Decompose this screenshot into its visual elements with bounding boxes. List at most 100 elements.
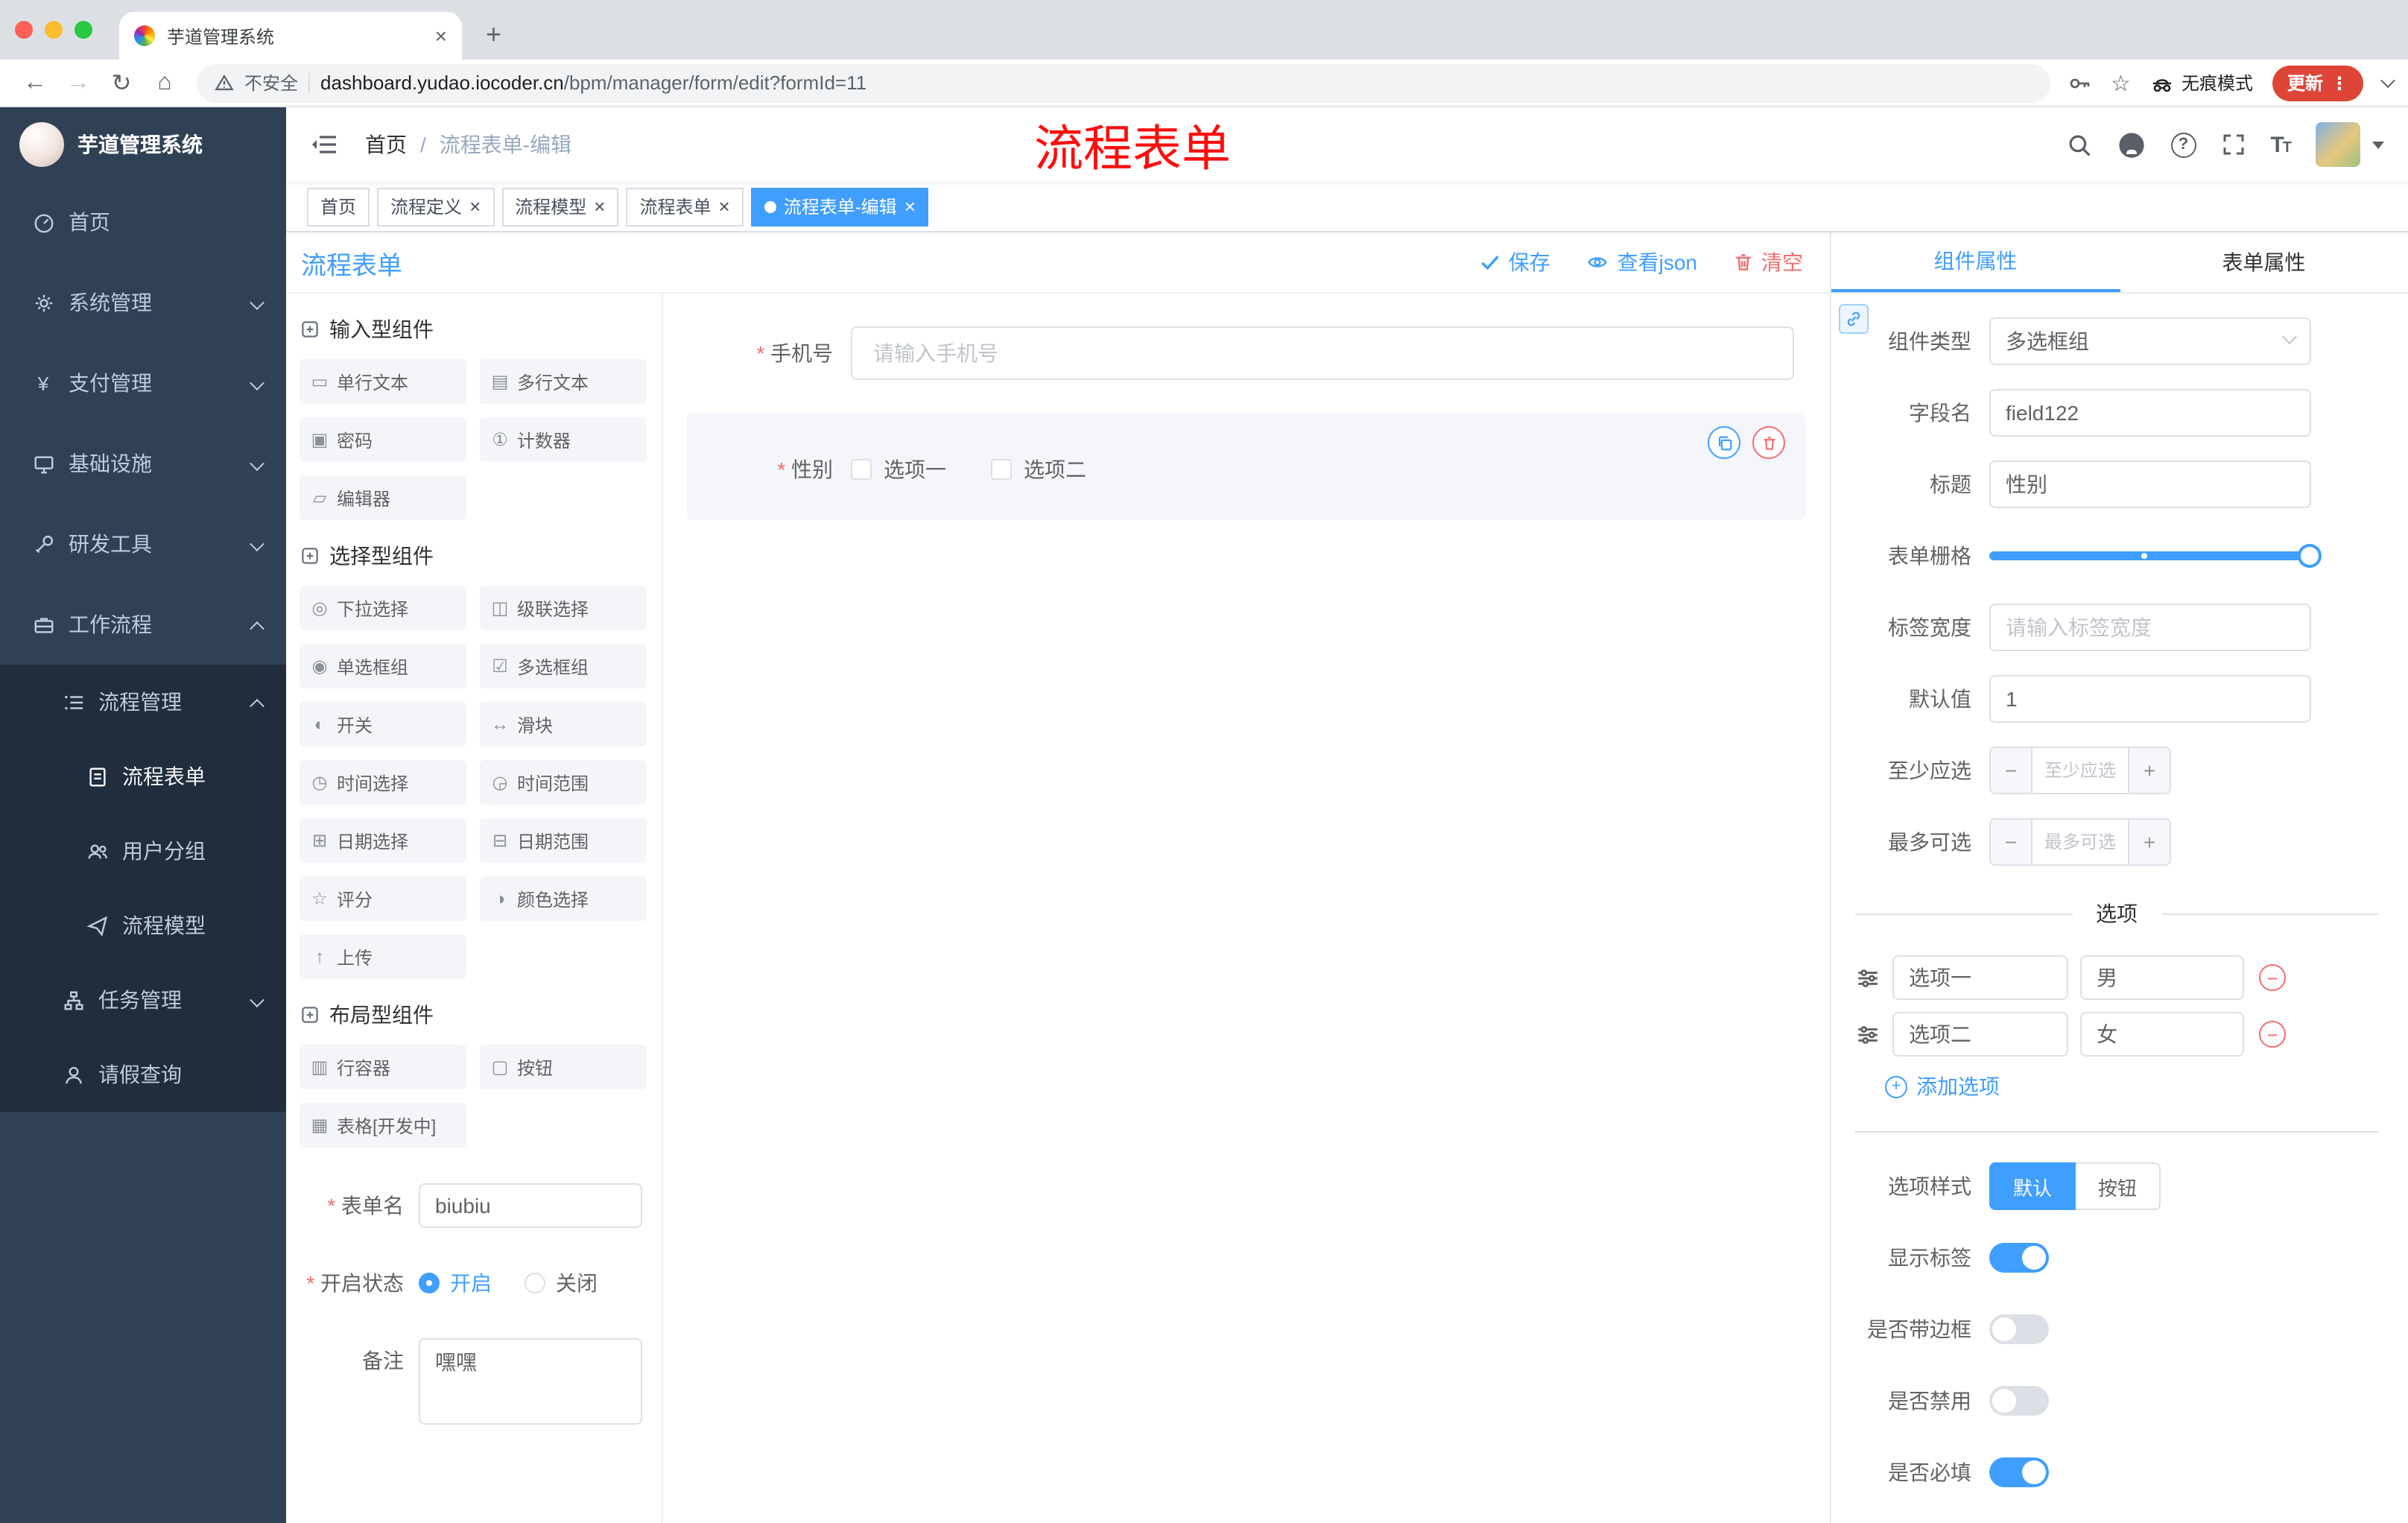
increase-icon[interactable]: + <box>2128 748 2170 793</box>
tag-process-form[interactable]: 流程表单 × <box>626 187 744 226</box>
sidebar-item-home[interactable]: 首页 <box>0 182 286 262</box>
min-select-input[interactable] <box>2032 748 2128 793</box>
drag-handle-icon[interactable] <box>1855 1022 1881 1047</box>
sidebar-item-process-management[interactable]: 流程管理 <box>0 665 286 739</box>
tag-process-form-edit[interactable]: 流程表单-编辑 × <box>750 187 929 226</box>
palette-item-counter[interactable]: ① 计数器 <box>480 417 647 462</box>
option-label-input[interactable] <box>1892 955 2068 1000</box>
palette-item-table[interactable]: ▦ 表格[开发中] <box>300 1103 466 1147</box>
slider-track[interactable] <box>1989 544 2322 568</box>
breadcrumb-home[interactable]: 首页 <box>365 130 407 159</box>
gender-option1-checkbox[interactable]: 选项一 <box>851 455 946 484</box>
widget-phone[interactable]: 手机号 <box>687 311 1806 395</box>
close-icon[interactable]: × <box>719 197 730 216</box>
search-icon[interactable] <box>2066 132 2091 157</box>
new-tab-button[interactable]: + <box>486 21 501 48</box>
reload-icon[interactable]: ↻ <box>101 63 142 102</box>
copy-widget-button[interactable] <box>1708 426 1740 459</box>
tag-process-model[interactable]: 流程模型 × <box>501 187 619 226</box>
option-value-input[interactable] <box>2080 1012 2244 1057</box>
palette-item-color-picker[interactable]: ◑ 颜色选择 <box>480 876 647 921</box>
palette-item-password[interactable]: ▣ 密码 <box>300 417 466 462</box>
palette-item-upload[interactable]: ↑ 上传 <box>300 934 466 979</box>
link-icon[interactable] <box>1839 304 1869 334</box>
sidebar-toggle-icon[interactable] <box>310 133 338 156</box>
palette-item-date-picker[interactable]: ⊞ 日期选择 <box>300 818 466 863</box>
show-label-switch[interactable] <box>1989 1243 2049 1273</box>
browser-tab[interactable]: 芋道管理系统 × <box>119 12 462 60</box>
default-value-input[interactable] <box>1989 675 2311 723</box>
github-icon[interactable] <box>2117 130 2145 159</box>
palette-item-date-range[interactable]: ⊟ 日期范围 <box>480 818 647 863</box>
fullscreen-icon[interactable] <box>2221 133 2245 156</box>
title-input[interactable] <box>1989 460 2311 508</box>
font-size-icon[interactable]: TT <box>2270 132 2292 157</box>
browser-update-button[interactable]: 更新 ⋮ <box>2272 65 2363 101</box>
remove-option-icon[interactable]: − <box>2259 1021 2286 1048</box>
gender-option2-checkbox[interactable]: 选项二 <box>991 455 1086 484</box>
phone-input[interactable] <box>851 326 1794 380</box>
sidebar-item-leave-query[interactable]: 请假查询 <box>0 1037 286 1112</box>
close-icon[interactable]: × <box>904 197 916 216</box>
sidebar-item-infrastructure[interactable]: 基础设施 <box>0 423 286 504</box>
close-icon[interactable]: × <box>469 197 481 216</box>
border-switch[interactable] <box>1989 1314 2049 1344</box>
palette-item-slider[interactable]: ↔ 滑块 <box>480 702 647 747</box>
slider-handle[interactable] <box>2298 544 2322 568</box>
required-switch[interactable] <box>1989 1457 2049 1487</box>
tag-home[interactable]: 首页 <box>307 187 370 226</box>
sidebar-item-devtools[interactable]: 研发工具 <box>0 504 286 584</box>
palette-item-cascader[interactable]: ◫ 级联选择 <box>480 586 647 630</box>
forward-icon[interactable]: → <box>58 63 98 102</box>
form-grid-slider[interactable] <box>1989 532 2322 580</box>
palette-item-row-container[interactable]: ▥ 行容器 <box>300 1045 466 1089</box>
component-type-select[interactable]: 多选框组 <box>1989 317 2311 365</box>
palette-item-switch[interactable]: ◐ 开关 <box>300 702 466 747</box>
home-icon[interactable]: ⌂ <box>145 63 185 102</box>
remove-option-icon[interactable]: − <box>2259 964 2286 991</box>
close-icon[interactable]: × <box>594 197 605 216</box>
palette-item-select[interactable]: ◎ 下拉选择 <box>300 586 466 630</box>
option-value-input[interactable] <box>2080 955 2244 1000</box>
save-button[interactable]: 保存 <box>1480 247 1550 277</box>
label-width-input[interactable] <box>1989 604 2311 651</box>
tag-process-definition[interactable]: 流程定义 × <box>377 187 495 226</box>
zoom-window-button[interactable] <box>75 21 92 39</box>
sidebar-item-user-group[interactable]: 用户分组 <box>0 814 286 888</box>
status-on-radio[interactable]: 开启 <box>419 1268 492 1298</box>
style-default-button[interactable]: 默认 <box>1989 1162 2076 1210</box>
palette-item-time-picker[interactable]: ◷ 时间选择 <box>300 760 466 805</box>
status-off-radio[interactable]: 关闭 <box>525 1268 598 1298</box>
key-icon[interactable] <box>2068 71 2091 95</box>
palette-item-time-range[interactable]: ◶ 时间范围 <box>480 760 647 805</box>
option-label-input[interactable] <box>1892 1012 2068 1057</box>
decrease-icon[interactable]: − <box>1991 748 2032 793</box>
back-icon[interactable]: ← <box>15 63 55 102</box>
delete-widget-button[interactable] <box>1752 426 1785 459</box>
field-name-input[interactable] <box>1989 389 2311 437</box>
help-icon[interactable]: ? <box>2170 132 2196 157</box>
disabled-switch[interactable] <box>1989 1386 2049 1416</box>
view-json-button[interactable]: 查看json <box>1586 247 1697 277</box>
sidebar-item-workflow[interactable]: 工作流程 <box>0 584 286 665</box>
user-avatar[interactable] <box>2316 122 2360 167</box>
widget-gender-selected[interactable]: 性别 选项一 选项二 <box>687 413 1806 520</box>
sidebar-item-task-management[interactable]: 任务管理 <box>0 963 286 1037</box>
sidebar-item-system[interactable]: 系统管理 <box>0 262 286 343</box>
clear-button[interactable]: 清空 <box>1733 247 1803 277</box>
close-tab-icon[interactable]: × <box>435 25 447 46</box>
palette-item-multi-line-text[interactable]: ▤ 多行文本 <box>480 359 647 404</box>
tab-form-props[interactable]: 表单属性 <box>2120 232 2408 292</box>
form-name-input[interactable] <box>419 1183 642 1228</box>
palette-item-radio-group[interactable]: ◉ 单选框组 <box>300 644 466 688</box>
palette-item-rate[interactable]: ☆ 评分 <box>300 876 466 921</box>
sidebar-item-payment[interactable]: ¥ 支付管理 <box>0 343 286 423</box>
browser-menu-chevron-icon[interactable] <box>2380 73 2395 89</box>
address-bar[interactable]: 不安全 dashboard.yudao.iocoder.cn/bpm/manag… <box>197 63 2050 102</box>
close-window-button[interactable] <box>15 21 33 39</box>
drag-handle-icon[interactable] <box>1855 965 1881 990</box>
increase-icon[interactable]: + <box>2128 820 2170 864</box>
bookmark-star-icon[interactable]: ☆ <box>2111 69 2131 96</box>
sidebar-item-process-model[interactable]: 流程模型 <box>0 888 286 963</box>
remark-textarea[interactable]: 嘿嘿 <box>419 1338 642 1425</box>
